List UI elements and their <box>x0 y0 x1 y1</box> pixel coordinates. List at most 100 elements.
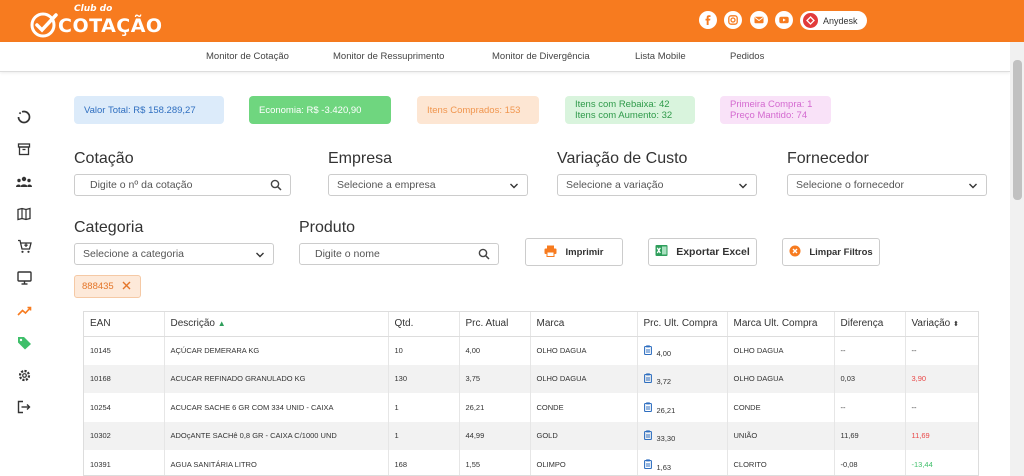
variacao-cell: 11,69 <box>905 421 978 450</box>
trending-up-icon[interactable] <box>15 302 33 320</box>
prc-ult-compra-value: 26,21 <box>656 405 676 415</box>
filter-chip[interactable]: 888435 <box>74 275 141 298</box>
map-icon[interactable] <box>15 205 33 223</box>
nav-pedidos[interactable]: Pedidos <box>730 51 764 62</box>
table-row[interactable]: 10145 AÇÚCAR DEMERARA KG 10 4,00 OLHO DAGUA 4… <box>84 336 978 365</box>
excel-icon <box>655 244 668 260</box>
cotacao-label: Cotação <box>74 150 134 167</box>
table-row[interactable]: 10391 AGUA SANITÁRIA LITRO 168 1,55 OLIMPO 1,… <box>84 450 978 475</box>
produto-search-input[interactable]: Digite o nome <box>299 243 499 265</box>
clipboard-icon[interactable] <box>643 345 652 356</box>
fornecedor-select[interactable]: Selecione o fornecedor <box>787 174 987 196</box>
marca-ult-compra-cell: OLHO DAGUA <box>727 336 835 365</box>
nav-monitor-divergencia[interactable]: Monitor de Divergência <box>492 51 590 62</box>
prc-ult-compra-cell: 26,21 <box>637 393 728 422</box>
prc-atual-cell: 26,21 <box>459 393 531 422</box>
prc-ult-compra-cell: 3,72 <box>637 364 728 393</box>
sort-asc-icon: ▲ <box>217 319 226 329</box>
top-bar: Club do COTAÇÃO Anydesk <box>0 0 1024 42</box>
limpar-filtros-label: Limpar Filtros <box>809 246 873 258</box>
col-prc-atual[interactable]: Prc. Atual <box>459 312 531 337</box>
close-circle-icon <box>789 245 801 260</box>
prc-ult-compra-value: 4,00 <box>656 349 672 358</box>
col-ean[interactable]: EAN <box>84 312 165 337</box>
categoria-select[interactable]: Selecione a categoria <box>74 243 274 265</box>
categoria-value: Selecione a categoria <box>83 248 184 260</box>
col-prc-ult-compra[interactable]: Prc. Ult. Compra <box>637 312 728 337</box>
cotacao-search-input[interactable]: Digite o nº da cotação <box>74 174 291 196</box>
marca-ult-compra-cell: OLHO DAGUA <box>727 364 835 393</box>
empresa-select[interactable]: Selecione a empresa <box>328 174 528 196</box>
monitor-icon[interactable] <box>15 269 33 287</box>
clipboard-icon[interactable] <box>643 430 652 441</box>
nav-monitor-cotacao[interactable]: Monitor de Cotação <box>206 51 289 62</box>
cart-icon[interactable] <box>15 237 33 255</box>
ean-cell: 10145 <box>84 336 165 365</box>
table-row[interactable]: 10254 ACUCAR SACHE 6 GR COM 334 UNID - CA… <box>84 393 978 422</box>
qtd-cell: 10 <box>388 336 460 365</box>
facebook-icon[interactable] <box>699 11 717 29</box>
club-cotacao-logo[interactable]: Club do COTAÇÃO <box>30 4 162 38</box>
col-marca-ult-compra[interactable]: Marca Ult. Compra <box>727 312 835 337</box>
exportar-excel-label: Exportar Excel <box>676 246 750 258</box>
col-variacao[interactable]: Variação ⬍ <box>905 312 978 337</box>
col-diferenca[interactable]: Diferença <box>834 312 906 337</box>
itens-comprados-card: Itens Comprados: 153 <box>417 96 539 124</box>
scrollbar-thumb[interactable] <box>1013 60 1022 200</box>
ean-cell: 10391 <box>84 450 165 475</box>
total-value-card: Valor Total: R$ 158.289,27 <box>74 96 224 124</box>
col-qtd[interactable]: Qtd. <box>388 312 460 337</box>
col-marca[interactable]: Marca <box>530 312 638 337</box>
chevron-down-icon <box>738 181 748 193</box>
prc-ult-compra-cell: 1,63 <box>637 450 728 475</box>
chevron-down-icon <box>255 250 265 262</box>
tag-icon[interactable] <box>15 334 33 352</box>
qtd-cell: 1 <box>388 421 460 450</box>
youtube-icon[interactable] <box>775 11 793 29</box>
marca-cell: OLHO DAGUA <box>530 364 638 393</box>
settings-icon[interactable] <box>15 366 33 384</box>
clipboard-icon[interactable] <box>643 373 652 384</box>
anydesk-button[interactable]: Anydesk <box>800 11 867 30</box>
marca-ult-compra-cell: CLORITO <box>727 450 835 475</box>
rebaixa-aumento-card: Itens com Rebaixa: 42 Itens com Aumento:… <box>565 96 695 124</box>
mail-icon[interactable] <box>750 11 768 29</box>
descricao-cell: ACUCAR REFINADO GRANULADO KG <box>164 364 389 393</box>
imprimir-button[interactable]: Imprimir <box>525 238 623 266</box>
table-row[interactable]: 10302 ADOçANTE SACHê 0,8 GR - CAIXA C/100… <box>84 421 978 450</box>
archive-icon[interactable] <box>15 140 33 158</box>
logo-check-icon <box>30 12 58 38</box>
prc-atual-cell: 44,99 <box>459 421 531 450</box>
variacao-cell: -- <box>905 393 978 422</box>
col-variacao-label: Variação <box>911 318 951 330</box>
table-row[interactable]: 10168 ACUCAR REFINADO GRANULADO KG 130 3,75… <box>84 364 978 393</box>
col-descricao[interactable]: Descrição ▲ <box>164 312 389 337</box>
marca-ult-compra-cell: UNIÃO <box>727 421 835 450</box>
diferenca-cell: 0,03 <box>834 364 906 393</box>
limpar-filtros-button[interactable]: Limpar Filtros <box>782 238 880 266</box>
prc-atual-cell: 1,55 <box>459 450 531 475</box>
anydesk-icon <box>803 13 818 28</box>
variacao-value: Selecione a variação <box>566 179 664 191</box>
table-header-row: EAN Descrição ▲ Qtd. Prc. Atual Marca Pr… <box>84 312 978 337</box>
marca-cell: GOLD <box>530 421 638 450</box>
instagram-icon[interactable] <box>724 11 742 29</box>
ean-cell: 10168 <box>84 364 165 393</box>
exportar-excel-button[interactable]: Exportar Excel <box>648 238 757 266</box>
clipboard-icon[interactable] <box>643 402 652 413</box>
cotacao-placeholder: Digite o nº da cotação <box>90 179 193 191</box>
fornecedor-value: Selecione o fornecedor <box>796 179 904 191</box>
nav-lista-mobile[interactable]: Lista Mobile <box>635 51 686 62</box>
refresh-icon[interactable] <box>15 108 33 126</box>
close-icon[interactable] <box>122 281 131 293</box>
marca-cell: OLIMPO <box>530 450 638 475</box>
empresa-label: Empresa <box>328 150 393 167</box>
logout-icon[interactable] <box>15 398 33 416</box>
users-icon[interactable] <box>15 173 33 191</box>
variacao-label: Variação de Custo <box>557 150 688 167</box>
preco-mantido-text: Preço Mantido: 74 <box>730 110 808 121</box>
clipboard-icon[interactable] <box>643 459 652 470</box>
qtd-cell: 130 <box>388 364 460 393</box>
variacao-select[interactable]: Selecione a variação <box>557 174 757 196</box>
nav-monitor-ressuprimento[interactable]: Monitor de Ressuprimento <box>333 51 444 62</box>
